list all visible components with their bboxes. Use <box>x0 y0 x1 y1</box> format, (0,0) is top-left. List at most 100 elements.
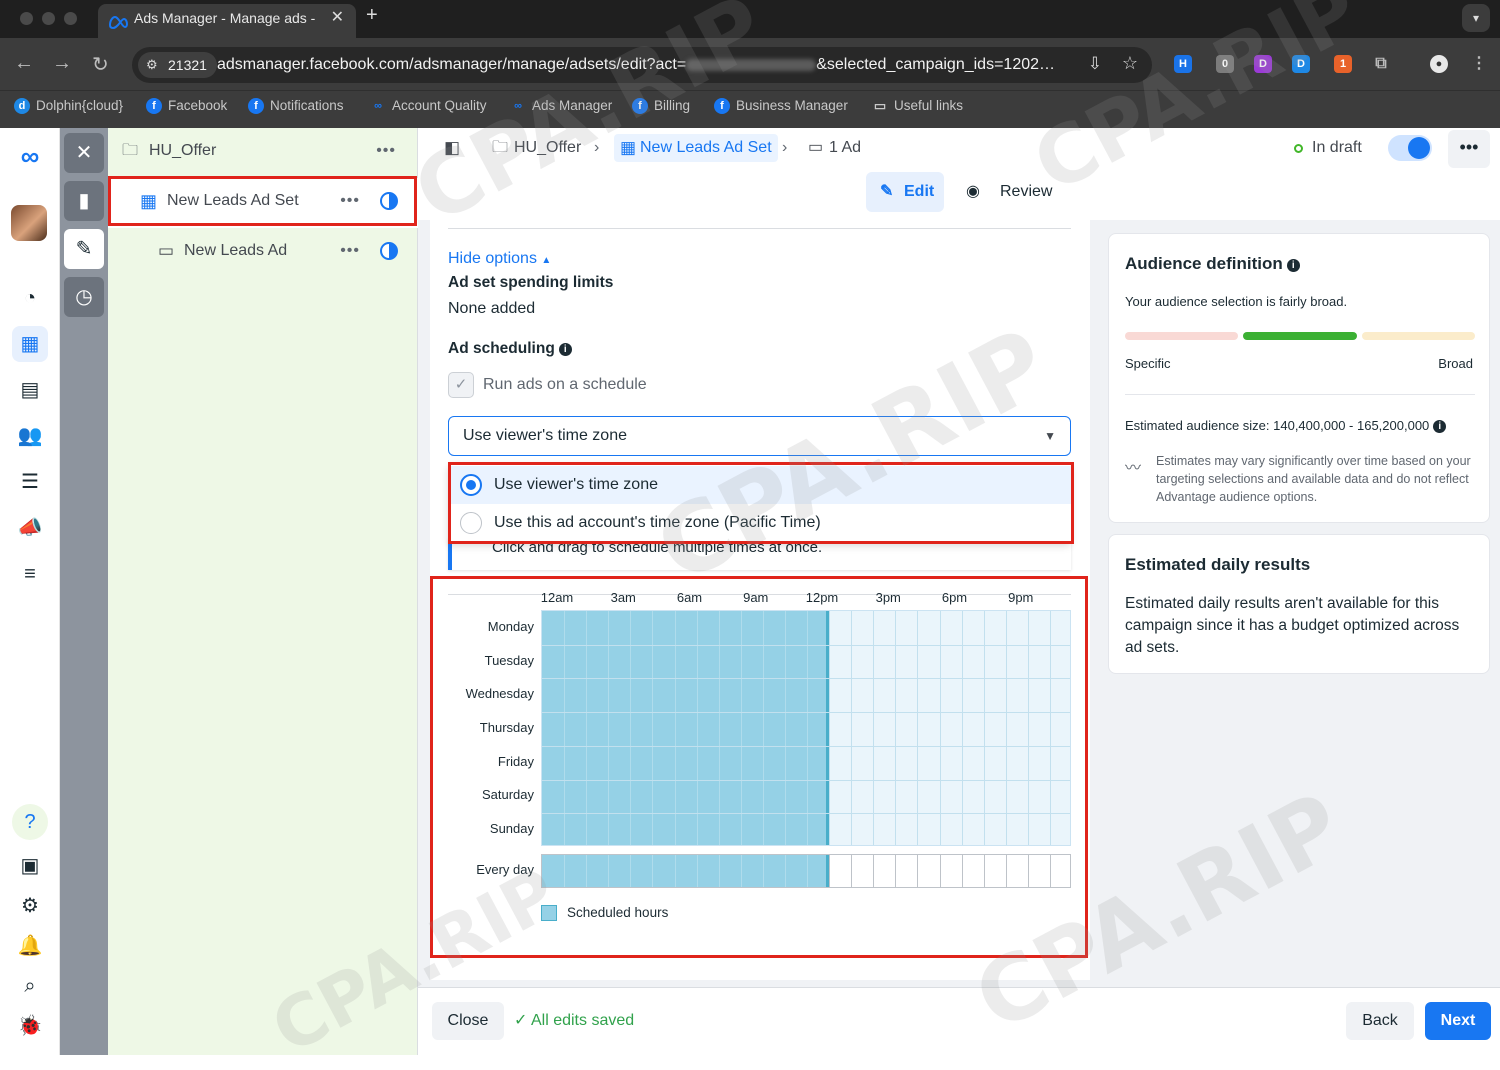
timezone-select-value: Use viewer's time zone <box>463 427 627 444</box>
bookmark-label: Useful links <box>894 98 964 113</box>
more-actions-button[interactable]: ••• <box>1448 130 1490 168</box>
ad-scheduling-label: Ad scheduling <box>448 340 555 357</box>
browser-tab[interactable]: Ads Manager - Manage ads - ✕ <box>98 4 356 38</box>
browser-menu-icon[interactable]: ⋮ <box>1470 55 1488 73</box>
adset-grid-icon: ▦ <box>620 138 637 157</box>
campaigns-table-icon[interactable]: ▦ <box>12 326 48 362</box>
url-text: adsmanager.facebook.com/adsmanager/manag… <box>217 47 1077 83</box>
avatar[interactable] <box>11 205 47 241</box>
breadcrumb-ad[interactable]: ▭ 1 Ad <box>808 136 861 160</box>
bookmark-business-manager[interactable]: f Business Manager <box>714 91 848 121</box>
next-button[interactable]: Next <box>1425 1002 1491 1040</box>
audience-size: Estimated audience size: 140,400,000 - 1… <box>1125 418 1447 433</box>
bookmarks-bar: d Dolphin{cloud} f Facebook f Notifications… <box>0 90 1500 128</box>
profile-icon[interactable]: ● <box>1430 55 1448 73</box>
extension-d-icon[interactable]: D <box>1254 55 1272 73</box>
meta-icon: ∞ <box>514 100 522 112</box>
facebook-icon: f <box>248 98 264 114</box>
bookmark-dolphin[interactable]: d Dolphin{cloud} <box>14 91 123 121</box>
chart-icon[interactable]: ▮ <box>64 181 104 221</box>
tab-close-icon[interactable]: ✕ <box>331 4 344 32</box>
tree-campaign-row[interactable]: 🗀 HU_Offer ••• <box>108 128 418 178</box>
bookmark-billing[interactable]: f Billing <box>632 91 690 121</box>
hide-options-link[interactable]: Hide options ▲ <box>448 250 551 268</box>
divider <box>1125 394 1475 395</box>
meter-broad-label: Broad <box>1438 356 1473 371</box>
reports-icon[interactable]: ▤ <box>12 372 48 408</box>
more-icon[interactable]: ••• <box>340 242 360 260</box>
info-icon[interactable]: i <box>558 343 572 356</box>
bookmark-facebook[interactable]: f Facebook <box>146 91 227 121</box>
extension-files-icon[interactable]: 0 <box>1216 55 1234 73</box>
history-clock-icon[interactable]: ◷ <box>64 277 104 317</box>
notifications-bell-icon[interactable]: 🔔 <box>12 928 48 964</box>
settings-gear-icon[interactable]: ⚙ <box>12 888 48 924</box>
review-tab[interactable]: ◉ Review <box>964 172 1058 212</box>
editor-strip: ✕ ▮ ✎ ◷ <box>60 128 108 1055</box>
daily-results-title: Estimated daily results <box>1125 555 1311 574</box>
url-prefix: adsmanager.facebook.com/adsmanager/manag… <box>217 56 687 73</box>
close-button[interactable]: Close <box>432 1002 504 1040</box>
news-icon[interactable]: ▣ <box>12 848 48 884</box>
breadcrumb-adset[interactable]: ▦ New Leads Ad Set <box>614 134 778 162</box>
bookmark-useful-links[interactable]: ▭ Useful links <box>872 91 963 121</box>
site-chip-label: 21321 <box>168 57 207 73</box>
divider <box>448 228 1071 229</box>
app-nav: ∞ ◔ ▦ ▤ 👥 ☰ 📣 ≡ ? ▣ ⚙ 🔔 ⌕ 🐞 <box>0 128 60 1055</box>
browser-toolbar: ← → ↻ ⚙ 21321 adsmanager.facebook.com/ad… <box>0 38 1500 90</box>
forward-arrow-icon[interactable]: → <box>52 52 72 75</box>
meta-icon <box>108 10 129 38</box>
search-icon[interactable]: ⌕ <box>12 968 48 1004</box>
run-schedule-checkbox[interactable]: ✓ <box>448 372 474 398</box>
extension-dolphin-icon[interactable]: D <box>1292 55 1310 73</box>
billing-stack-icon[interactable]: ☰ <box>12 464 48 500</box>
bug-report-icon[interactable]: 🐞 <box>12 1008 48 1044</box>
extension-orange-icon[interactable]: 1 <box>1334 55 1352 73</box>
window-close-dot[interactable] <box>20 12 33 25</box>
extension-h-icon[interactable]: H <box>1174 55 1192 73</box>
help-icon[interactable]: ? <box>12 804 48 840</box>
facebook-icon: f <box>714 98 730 114</box>
tab-search-icon[interactable]: ▾ <box>1462 4 1490 32</box>
toggle-sidebar-icon[interactable]: ◧ <box>444 136 460 160</box>
adset-on-off-toggle[interactable] <box>1388 135 1432 161</box>
save-status-label: All edits saved <box>530 1012 635 1029</box>
bookmark-account-quality[interactable]: ∞ Account Quality <box>370 91 486 121</box>
status-label: In draft <box>1312 139 1362 156</box>
checkmark-icon: ✓ <box>514 1012 531 1029</box>
audiences-icon[interactable]: 👥 <box>12 418 48 454</box>
site-info-chip[interactable]: ⚙ 21321 <box>138 52 217 78</box>
window-minimize-dot[interactable] <box>42 12 55 25</box>
more-icon[interactable]: ••• <box>376 142 396 160</box>
edit-pencil-icon[interactable]: ✎ <box>64 229 104 269</box>
meter-current-segment <box>1243 332 1357 340</box>
all-tools-menu-icon[interactable]: ≡ <box>12 556 48 592</box>
ad-icon: ▭ <box>808 139 824 156</box>
redacted-account-id <box>686 58 817 71</box>
info-icon[interactable]: i <box>1286 259 1300 272</box>
breadcrumb-campaign[interactable]: 🗀 HU_Offer <box>492 136 581 160</box>
bookmark-notifications[interactable]: f Notifications <box>248 91 344 121</box>
timezone-select[interactable]: Use viewer's time zone ▼ <box>448 416 1071 456</box>
install-app-icon[interactable]: ⇩ <box>1088 54 1102 74</box>
daily-results-text: Estimated daily results aren't available… <box>1125 595 1460 656</box>
bookmark-star-icon[interactable]: ☆ <box>1122 53 1138 74</box>
extensions-puzzle-icon[interactable]: ⧉ <box>1372 55 1390 73</box>
close-panel-icon[interactable]: ✕ <box>64 133 104 173</box>
address-bar[interactable]: ⚙ 21321 adsmanager.facebook.com/adsmanag… <box>132 47 1152 83</box>
new-tab-icon[interactable]: + <box>366 4 378 27</box>
back-arrow-icon[interactable]: ← <box>14 52 34 75</box>
facebook-icon: f <box>632 98 648 114</box>
back-button[interactable]: Back <box>1346 1002 1414 1040</box>
tree-ad-row[interactable]: ▭ New Leads Ad ••• <box>108 228 418 278</box>
bookmark-label: Billing <box>654 98 691 113</box>
info-icon[interactable]: i <box>1433 420 1447 433</box>
meta-logo-icon[interactable]: ∞ <box>12 138 48 174</box>
edit-tab[interactable]: ✎ Edit <box>866 172 944 212</box>
bookmark-ads-manager[interactable]: ∞ Ads Manager <box>510 91 612 121</box>
window-maximize-dot[interactable] <box>64 12 77 25</box>
megaphone-icon[interactable]: 📣 <box>12 510 48 546</box>
reload-icon[interactable]: ↻ <box>92 52 109 77</box>
audience-subtitle: Your audience selection is fairly broad. <box>1125 294 1348 309</box>
dashboard-gauge-icon[interactable]: ◔ <box>12 280 48 316</box>
